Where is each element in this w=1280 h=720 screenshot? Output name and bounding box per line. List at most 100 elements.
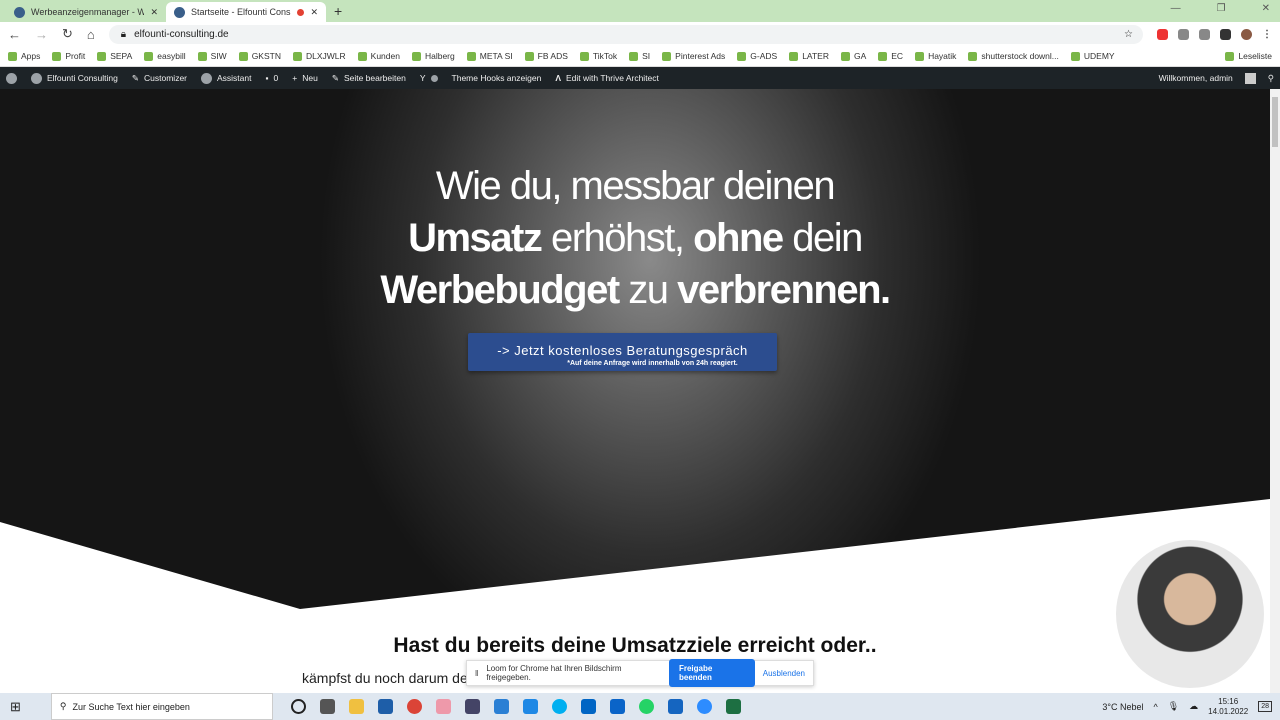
bookmark-item[interactable]: GA: [840, 51, 866, 61]
extension-icon[interactable]: [1199, 28, 1210, 40]
extension-icon[interactable]: [1178, 28, 1189, 40]
bookmark-item[interactable]: Leseliste: [1225, 51, 1272, 61]
section-heading: Hast du bereits deine Umsatzziele erreic…: [393, 634, 877, 657]
bookmark-icon: [629, 51, 639, 61]
new-tab-button[interactable]: +: [334, 3, 342, 19]
outlook-icon[interactable]: [609, 699, 625, 714]
bookmark-item[interactable]: META SI: [466, 51, 513, 61]
taskbar-search[interactable]: ⚲ Zur Suche Text hier eingeben: [50, 693, 273, 720]
scrollbar[interactable]: [1270, 89, 1280, 693]
home-icon[interactable]: ⌂: [87, 27, 95, 42]
bookmark-item[interactable]: easybill: [144, 51, 186, 61]
loom-share-bar: ‖ Loom for Chrome hat Ihren Bildschirm f…: [466, 659, 814, 687]
comments-link[interactable]: ▪ 0: [266, 73, 279, 83]
store-icon[interactable]: [377, 699, 393, 714]
site-link[interactable]: Elfounti Consulting: [31, 72, 118, 84]
zoom-icon[interactable]: [696, 699, 712, 714]
assistant-icon: [201, 72, 212, 84]
hide-button[interactable]: Ausblenden: [763, 669, 805, 678]
reload-icon[interactable]: ↻: [62, 26, 73, 42]
stop-sharing-button[interactable]: Freigabe beenden: [668, 659, 755, 687]
app-icon[interactable]: [522, 699, 538, 714]
wp-admin-bar: Elfounti Consulting ✎ Customizer Assistan…: [0, 67, 1280, 89]
bookmark-item[interactable]: Apps: [8, 51, 40, 61]
hero-headline: Wie du, messbar deinen Umsatz erhöhst, o…: [380, 164, 891, 312]
task-view-icon[interactable]: [319, 699, 335, 714]
star-icon[interactable]: ☆: [1124, 29, 1143, 40]
file-explorer-icon[interactable]: [348, 699, 364, 714]
bookmark-icon: [466, 51, 476, 61]
webcam-bubble[interactable]: [1116, 540, 1264, 688]
trello-icon[interactable]: [580, 699, 596, 714]
customizer-link[interactable]: ✎ Customizer: [132, 73, 187, 84]
account-link[interactable]: Willkommen, admin: [1159, 73, 1233, 83]
bookmark-icon: [97, 51, 107, 61]
clock[interactable]: 15:16 14.01.2022: [1208, 697, 1248, 717]
drag-handle-icon[interactable]: ‖: [475, 669, 478, 678]
bookmark-item[interactable]: EC: [878, 51, 903, 61]
bookmark-item[interactable]: DLXJWLR: [292, 51, 346, 61]
bookmark-item[interactable]: UDEMY: [1070, 51, 1115, 61]
bookmark-item[interactable]: Pinterest Ads: [662, 51, 725, 61]
taskbar: ⊞ ⚲ Zur Suche Text hier eingeben 3°C Nebe…: [0, 693, 1280, 720]
skype-icon[interactable]: [551, 699, 567, 714]
bookmark-item[interactable]: LATER: [789, 51, 829, 61]
tab-werbeanzeigenmanager[interactable]: Werbeanzeigenmanager - Werbe✕: [6, 2, 166, 22]
lock-icon: 🔒︎: [120, 28, 127, 40]
whatsapp-icon[interactable]: [638, 699, 654, 714]
bookmark-item[interactable]: TikTok: [579, 51, 617, 61]
maximize-button[interactable]: ❐: [1217, 3, 1226, 14]
bookmark-icon: [662, 51, 672, 61]
cortana-icon[interactable]: [290, 699, 306, 714]
bookmark-icon: [1070, 51, 1080, 61]
bookmark-item[interactable]: SI: [629, 51, 650, 61]
bookmark-item[interactable]: SIW: [197, 51, 227, 61]
assistant-link[interactable]: Assistant: [201, 72, 252, 84]
adblock-icon[interactable]: [1157, 28, 1168, 40]
bookmark-item[interactable]: SEPA: [97, 51, 132, 61]
weather-widget[interactable]: 3°C Nebel: [1102, 702, 1143, 712]
toolbar: ← → ↻ ⌂ 🔒︎ elfounti-consulting.de ☆ ⋮: [0, 22, 1280, 46]
theme-hooks-link[interactable]: Theme Hooks anzeigen: [452, 73, 542, 83]
app-icon[interactable]: [435, 699, 451, 714]
network-icon[interactable]: ☁: [1189, 701, 1198, 712]
chrome-icon[interactable]: [406, 699, 422, 714]
comment-icon: ▪: [265, 73, 269, 83]
puzzle-icon[interactable]: [1220, 28, 1231, 40]
bookmark-item[interactable]: G-ADS: [737, 51, 777, 61]
bookmark-icon: [144, 51, 154, 61]
new-link[interactable]: + Neu: [292, 73, 318, 83]
tab-startseite[interactable]: Startseite - Elfounti Consultin✕: [166, 2, 326, 22]
menu-icon[interactable]: ⋮: [1262, 29, 1272, 40]
address-bar[interactable]: 🔒︎ elfounti-consulting.de ☆: [108, 24, 1143, 44]
calculator-icon[interactable]: [464, 699, 480, 714]
consultation-button[interactable]: -> Jetzt kostenloses Beratungsgespräch *A…: [468, 333, 777, 371]
close-icon[interactable]: ✕: [150, 7, 158, 18]
close-icon[interactable]: ✕: [310, 7, 318, 18]
wordpress-logo-icon[interactable]: [6, 72, 17, 84]
yoast-link[interactable]: Y: [420, 73, 438, 83]
bookmark-item[interactable]: Halberg: [411, 51, 455, 61]
excel-icon[interactable]: [725, 699, 741, 714]
edit-page-link[interactable]: ✎ Seite bearbeiten: [332, 73, 406, 84]
plus-icon: +: [292, 73, 298, 83]
close-window-button[interactable]: ✕: [1262, 3, 1270, 14]
windows-start-icon[interactable]: ⊞: [10, 699, 21, 715]
calendar-icon[interactable]: [667, 699, 683, 714]
brush-icon: ✎: [131, 72, 140, 83]
bookmark-item[interactable]: FB ADS: [524, 51, 568, 61]
notifications-icon[interactable]: 28: [1258, 701, 1272, 712]
forward-icon[interactable]: →: [35, 27, 48, 42]
chevron-up-icon[interactable]: ^: [1153, 702, 1157, 712]
back-icon[interactable]: ←: [8, 27, 21, 42]
thrive-link[interactable]: Λ Edit with Thrive Architect: [555, 73, 659, 83]
search-icon[interactable]: ⚲: [1268, 73, 1274, 84]
bookmark-item[interactable]: GKSTN: [238, 51, 281, 61]
bookmark-item[interactable]: Hayatik: [915, 51, 956, 61]
minimize-button[interactable]: —: [1171, 3, 1181, 14]
profile-avatar[interactable]: [1241, 28, 1252, 40]
bookmark-item[interactable]: Kunden: [357, 51, 400, 61]
bookmark-item[interactable]: shutterstock downl...: [968, 51, 1059, 61]
bookmark-item[interactable]: Profit: [52, 51, 85, 61]
todo-icon[interactable]: [493, 699, 509, 714]
